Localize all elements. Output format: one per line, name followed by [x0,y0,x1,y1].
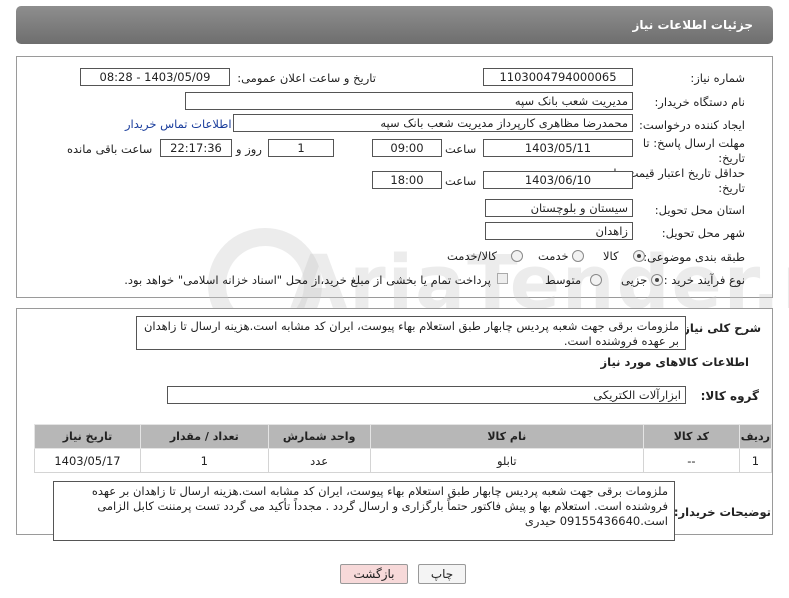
column-header-row-number: ردیف [738,424,773,449]
page-header: جزئیات اطلاعات نیاز [16,6,773,44]
description-label: شرح کلی نیاز: [678,321,761,335]
column-header-name: نام کالا [369,424,644,449]
days-field: 1 [268,139,334,157]
cell-unit: عدد [267,448,371,473]
description-textarea[interactable]: ملزومات برقی جهت شعبه پردیس چابهار طبق ا… [136,316,686,350]
goods-table-wrapper: ردیف کد کالا نام کالا واحد شمارش تعداد /… [34,424,773,473]
print-button[interactable]: چاپ [418,564,466,584]
announce-field: 1403/05/09 - 08:28 [80,68,230,86]
announce-label: تاریخ و ساعت اعلان عمومی: [237,71,376,85]
column-header-qty: تعداد / مقدار [139,424,269,449]
column-header-date: تاریخ نیاز [34,424,141,449]
buyer-notes-label: توضیحات خریدار: [673,505,771,519]
column-header-code: کد کالا [642,424,740,449]
creator-label: ایجاد کننده درخواست: [639,118,745,132]
buyer-notes-textarea[interactable]: ملزومات برقی جهت شعبه پردیس چابهار طبق ا… [53,481,675,541]
process-option-medium: متوسط [545,273,582,287]
category-radio-service[interactable] [572,250,584,262]
cell-code: -- [642,448,740,473]
validity-time-label: ساعت [445,174,477,188]
goods-table: ردیف کد کالا نام کالا واحد شمارش تعداد /… [34,424,773,473]
payment-treasury-checkbox[interactable] [497,273,508,284]
category-option-goods-service: کالا/خدمت [447,249,498,263]
reply-date-field: 1403/05/11 [483,139,633,157]
process-label: نوع فرآیند خرید : [663,273,745,287]
category-radio-goods[interactable] [633,250,645,262]
category-option-goods: کالا [603,249,619,263]
validity-time-field: 18:00 [372,171,442,189]
days-label: روز و [236,142,262,156]
table-row[interactable]: 1 -- تابلو عدد 1 1403/05/17 [34,448,773,473]
buyer-contact-link[interactable]: اطلاعات تماس خریدار [125,117,232,131]
buyer-org-field: مدیریت شعب بانک سپه [185,92,633,110]
goods-section-title: اطلاعات کالاهای مورد نیاز [600,355,749,369]
buyer-org-label: نام دستگاه خریدار: [654,95,745,109]
cell-row-number: 1 [738,448,773,473]
process-radio-minor[interactable] [651,274,663,286]
validity-date-field: 1403/06/10 [483,171,633,189]
process-option-minor: جزیی [621,273,648,287]
cell-qty: 1 [139,448,269,473]
category-radio-goods-service[interactable] [511,250,523,262]
goods-group-field: ابزارآلات الکتریکی [167,386,686,404]
category-option-service: خدمت [538,249,569,263]
cell-date: 1403/05/17 [34,448,141,473]
back-button[interactable]: بازگشت [340,564,408,584]
remaining-time-field: 22:17:36 [160,139,232,157]
province-label: استان محل تحویل: [654,203,745,217]
page-title: جزئیات اطلاعات نیاز [632,18,753,32]
payment-note: پرداخت تمام یا بخشی از مبلغ خرید،از محل … [124,273,491,287]
remaining-label: ساعت باقی مانده [67,142,153,156]
cell-name: تابلو [369,448,644,473]
reply-time-field: 09:00 [372,139,442,157]
province-field: سیستان و بلوچستان [485,199,633,217]
reply-deadline-label: مهلت ارسال پاسخ: تا تاریخ: [642,136,745,165]
city-field: زاهدان [485,222,633,240]
creator-field: محمدرضا مظاهری کارپرداز مدیریت شعب بانک … [233,114,633,132]
need-number-field: 1103004794000065 [483,68,633,86]
need-number-label: شماره نیاز: [690,71,745,85]
column-header-unit: واحد شمارش [267,424,371,449]
goods-group-label: گروه کالا: [700,389,759,403]
process-radio-medium[interactable] [590,274,602,286]
category-label: طبقه بندی موضوعی: [643,250,745,264]
goods-table-header-row: ردیف کد کالا نام کالا واحد شمارش تعداد /… [34,424,773,449]
reply-time-label: ساعت [445,142,477,156]
city-label: شهر محل تحویل: [661,226,745,240]
